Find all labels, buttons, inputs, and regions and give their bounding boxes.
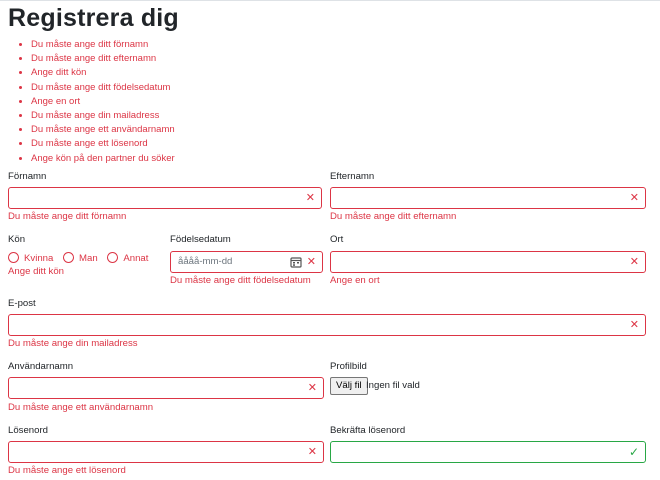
city-error: Ange en ort (330, 275, 380, 286)
radio-button[interactable] (63, 252, 75, 263)
invalid-icon: ✕ (629, 319, 639, 331)
gender-option-label: Annat (123, 253, 149, 264)
top-border (0, 0, 660, 1)
password-error: Du måste ange ett lösenord (8, 465, 126, 476)
choose-file-button[interactable]: Välj fil (330, 377, 368, 395)
error-summary-item: Du måste ange ett lösenord (31, 137, 175, 151)
username-label: Användarnamn (8, 361, 74, 372)
firstname-error: Du måste ange ditt förnamn (8, 211, 127, 222)
error-summary-item: Ange ditt kön (31, 66, 175, 80)
firstname-input[interactable]: ✕ (8, 187, 322, 209)
valid-check-icon: ✓ (628, 445, 639, 459)
gender-error: Ange ditt kön (8, 266, 65, 277)
invalid-icon: ✕ (307, 446, 317, 458)
invalid-icon: ✕ (629, 192, 639, 204)
gender-option-annat[interactable]: Annat (107, 252, 148, 264)
error-summary: Du måste ange ditt förnamn Du måste ange… (8, 38, 175, 166)
email-label: E-post (8, 298, 36, 309)
city-label: Ort (330, 234, 344, 245)
email-input[interactable]: ✕ (8, 314, 646, 336)
invalid-icon: ✕ (307, 382, 317, 394)
invalid-icon: ✕ (629, 256, 639, 268)
gender-option-kvinna[interactable]: Kvinna (8, 252, 53, 264)
error-summary-item: Du måste ange ditt förnamn (31, 38, 175, 52)
error-summary-item: Du måste ange ditt födelsedatum (31, 81, 175, 95)
radio-button[interactable] (8, 252, 19, 263)
gender-option-man[interactable]: Man (63, 252, 98, 264)
lastname-input[interactable]: ✕ (330, 187, 646, 209)
radio-button[interactable] (107, 252, 119, 263)
error-summary-item: Du måste ange ett användarnamn (31, 123, 175, 137)
invalid-icon: ✕ (306, 256, 316, 268)
email-error: Du måste ange din mailadress (8, 338, 138, 349)
gender-label: Kön (8, 234, 26, 245)
error-summary-item: Ange en ort (31, 95, 175, 109)
confirm-password-input[interactable]: ✓ (330, 441, 646, 463)
lastname-label: Efternamn (330, 171, 375, 182)
birthdate-error: Du måste ange ditt födelsedatum (170, 275, 311, 286)
invalid-icon: ✕ (305, 192, 315, 204)
birthdate-placeholder: åååå-mm-dd (178, 256, 233, 267)
city-input[interactable]: ✕ (330, 251, 646, 273)
profile-picture-label: Profilbild (330, 361, 367, 372)
password-label: Lösenord (8, 425, 49, 436)
error-summary-item: Ange kön på den partner du söker (31, 152, 175, 166)
page-title: Registrera dig (8, 4, 179, 32)
birthdate-label: Födelsedatum (170, 234, 231, 245)
lastname-error: Du måste ange ditt efternamn (330, 211, 457, 222)
username-error: Du måste ange ett användarnamn (8, 402, 154, 413)
calendar-icon[interactable] (290, 256, 302, 268)
gender-radio-group: Kvinna Man Annat (8, 252, 155, 264)
username-input[interactable]: ✕ (8, 377, 324, 399)
file-status-text: Ingen fil vald (366, 380, 420, 391)
confirm-password-label: Bekräfta lösenord (330, 425, 406, 436)
firstname-label: Förnamn (8, 171, 47, 182)
gender-option-label: Man (79, 253, 98, 264)
gender-option-label: Kvinna (24, 253, 54, 264)
error-summary-item: Du måste ange din mailadress (31, 109, 175, 123)
birthdate-input[interactable]: åååå-mm-dd ✕ (170, 251, 323, 273)
password-input[interactable]: ✕ (8, 441, 324, 463)
error-summary-item: Du måste ange ditt efternamn (31, 52, 175, 66)
